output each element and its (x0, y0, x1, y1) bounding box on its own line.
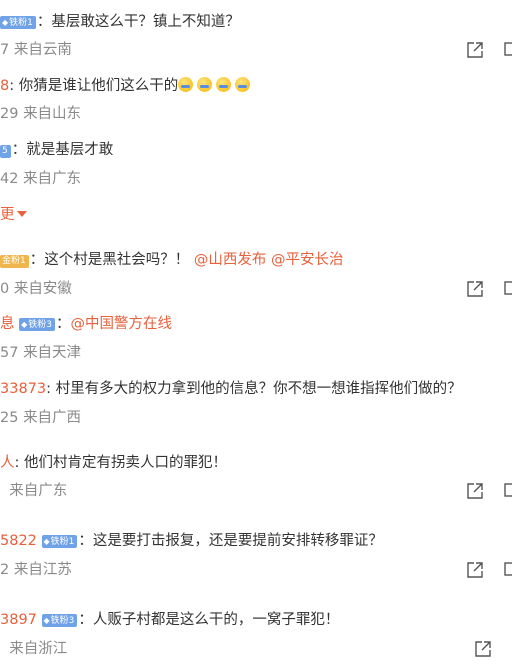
diamond-icon: ◆ (43, 537, 50, 546)
laugh-cry-emoji (178, 77, 194, 92)
comment-location: 来自广东 (23, 171, 82, 187)
comment-location: 来自江苏 (13, 562, 72, 578)
comment-3-text-line: 5 ：就是基层才敢 (0, 140, 113, 160)
comment-6-meta: 25 来自广西 (0, 408, 81, 428)
expand-replies-button[interactable]: 更 (0, 205, 27, 225)
comment-location: 来自云南 (13, 42, 72, 58)
comment-6-text-line: 33873: 村里有多大的权力拿到他的信息？你不想一想谁指挥他们做的？ (0, 379, 462, 399)
comment-text: ：就是基层才敢 (11, 142, 114, 158)
diamond-icon: ◆ (2, 18, 9, 27)
comment-text: ：人贩子村都是这么干的，一窝子罪犯！ (78, 612, 340, 628)
comment-4-text-line: 金粉1 ：这个村是黑社会吗？！ @山西发布 @平安长治 (0, 250, 343, 270)
comment-time: 25 (0, 410, 19, 426)
comment-text: ：基层敢这么干？镇上不知道？ (36, 14, 240, 30)
comment-text: : 他们村肯定有拐卖人口的罪犯！ (14, 455, 228, 471)
comment-icon[interactable] (504, 482, 512, 500)
diamond-icon: ◆ (43, 616, 50, 625)
laugh-cry-emoji (235, 77, 251, 92)
comment-7-meta: 来自广东 (0, 481, 67, 501)
fan-badge[interactable]: 5 (0, 145, 11, 158)
comment-8-meta: 2 来自江苏 (0, 560, 72, 580)
laugh-cry-emoji (216, 77, 232, 92)
comment-1-meta: 7 来自云南 (0, 40, 72, 60)
comment-7-text-line: 人: 他们村肯定有拐卖人口的罪犯！ (0, 453, 227, 473)
fan-badge[interactable]: 金粉1 (0, 255, 29, 268)
share-icon[interactable] (474, 640, 492, 658)
comment-2-text-line: 8: 你猜是谁让他们这么干的 (0, 76, 254, 96)
laugh-cry-emoji (197, 77, 213, 92)
comment-username[interactable]: 5822 (0, 533, 37, 549)
comment-2-meta: 29 来自山东 (0, 104, 81, 124)
fan-badge[interactable]: ◆铁粉3 (41, 614, 78, 627)
comment-icon[interactable] (504, 41, 512, 59)
comment-1-text-line: ◆铁粉1 ：基层敢这么干？镇上不知道？ (0, 12, 240, 32)
mention-link[interactable]: @平安长治 (271, 252, 344, 268)
comment-location: 来自山东 (23, 106, 82, 122)
comment-time: 42 (0, 171, 19, 187)
comment-time: 29 (0, 106, 19, 122)
comment-username[interactable]: 8 (0, 78, 9, 94)
comment-time: 2 (0, 562, 10, 578)
comment-location: 来自天津 (23, 345, 82, 361)
comment-username[interactable]: 33873 (0, 381, 46, 397)
comment-username[interactable]: 3897 (0, 612, 37, 628)
comment-time: 0 (0, 281, 10, 297)
comment-3-meta: 42 来自广东 (0, 169, 81, 189)
comment-icon[interactable] (504, 280, 512, 298)
comment-text: ： (56, 316, 71, 332)
comment-location: 来自广东 (9, 483, 68, 499)
diamond-icon: ◆ (21, 320, 28, 329)
comment-8-text-line: 5822 ◆铁粉1 ：这是要打击报复，还是要提前安排转移罪证？ (0, 531, 383, 551)
comment-5-text-line: 息 ◆铁粉3 ：@中国警方在线 (0, 314, 172, 334)
comment-username[interactable]: 息 (0, 316, 15, 332)
comment-text: : 你猜是谁让他们这么干的 (9, 78, 179, 94)
comment-username[interactable]: 人 (0, 455, 15, 471)
mention-link[interactable]: @山西发布 (194, 252, 267, 268)
comment-location: 来自安徽 (13, 281, 72, 297)
comment-9-meta: 来自浙江 (0, 639, 67, 659)
comment-text: : 村里有多大的权力拿到他的信息？你不想一想谁指挥他们做的？ (46, 381, 462, 397)
comment-5-meta: 57 来自天津 (0, 343, 81, 363)
caret-down-icon (16, 211, 27, 217)
share-icon[interactable] (466, 561, 484, 579)
mention-link[interactable]: @中国警方在线 (71, 316, 173, 332)
comment-time: 7 (0, 42, 10, 58)
comment-text: ：这是要打击报复，还是要提前安排转移罪证？ (78, 533, 383, 549)
comment-time: 57 (0, 345, 19, 361)
comment-location: 来自浙江 (9, 641, 68, 657)
share-icon[interactable] (466, 41, 484, 59)
comment-9-text-line: 3897 ◆铁粉3 ：人贩子村都是这么干的，一窝子罪犯！ (0, 610, 339, 630)
share-icon[interactable] (466, 280, 484, 298)
fan-badge[interactable]: ◆铁粉3 (19, 318, 55, 331)
comment-text: ：这个村是黑社会吗？！ (29, 252, 190, 268)
comment-icon[interactable] (504, 561, 512, 579)
fan-badge[interactable]: ◆铁粉1 (41, 535, 78, 548)
fan-badge[interactable]: ◆铁粉1 (0, 16, 36, 29)
comment-location: 来自广西 (23, 410, 82, 426)
share-icon[interactable] (466, 482, 484, 500)
comment-4-meta: 0 来自安徽 (0, 279, 72, 299)
